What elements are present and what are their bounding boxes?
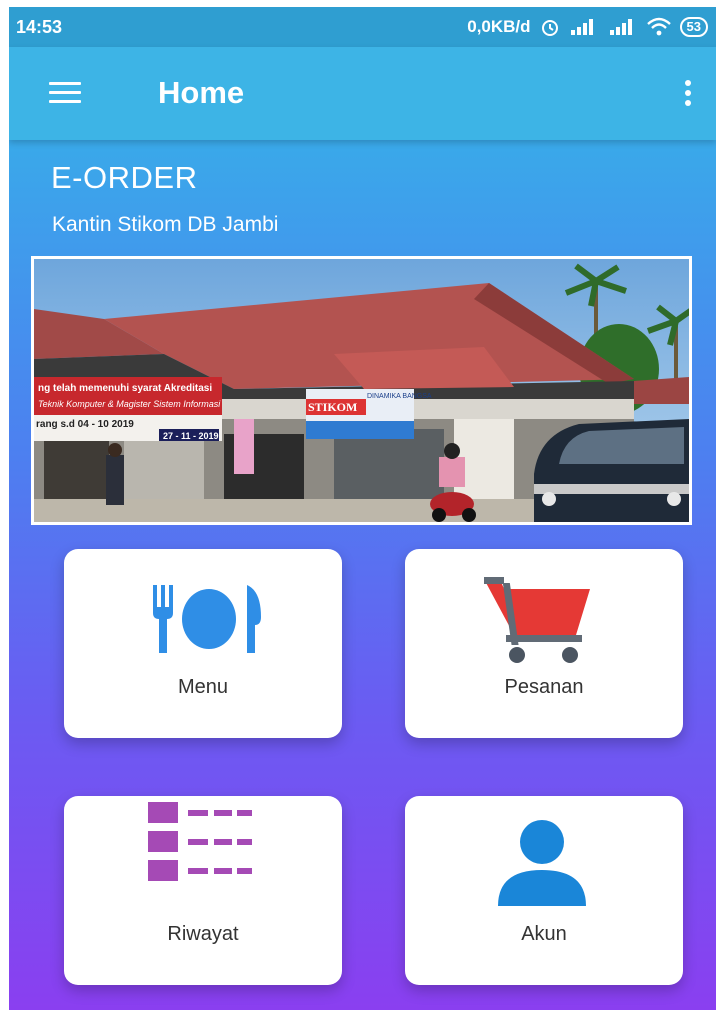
photo-banner-left-1: ng telah memenuhi syarat Akreditasi — [38, 383, 212, 394]
pesanan-card[interactable]: Pesanan — [405, 549, 683, 738]
cart-icon — [484, 577, 590, 663]
menu-card-label: Menu — [177, 676, 229, 698]
hamburger-menu-icon[interactable] — [49, 82, 81, 104]
photo-banner-center: STIKOM — [308, 400, 357, 414]
alarm-icon — [541, 20, 558, 36]
battery-icon: 53 — [679, 17, 708, 37]
phone-screen: 14:53 0,0KB/d 53 Home E-ORDER Kantin Sti… — [9, 7, 716, 1010]
app-bar-title: Home — [158, 75, 245, 110]
canteen-photo: ng telah memenuhi syarat Akreditasi Tekn… — [31, 256, 692, 525]
signal-icon-2 — [609, 19, 632, 35]
utensils-icon — [153, 585, 261, 653]
riwayat-card-label: Riwayat — [167, 923, 239, 945]
wifi-icon — [646, 17, 671, 36]
list-icon — [148, 802, 252, 881]
photo-banner-date-left: rang s.d 04 - 10 2019 — [36, 419, 134, 430]
akun-card[interactable]: Akun — [405, 796, 683, 985]
menu-card[interactable]: Menu — [64, 549, 342, 738]
photo-banner-left-2: Teknik Komputer & Magister Sistem Inform… — [38, 399, 221, 409]
akun-card-label: Akun — [521, 923, 567, 945]
brand-title: E-ORDER — [51, 160, 198, 195]
user-icon — [498, 820, 586, 906]
network-speed: 0,0KB/d — [467, 17, 531, 36]
signal-icon — [570, 19, 593, 35]
pesanan-card-label: Pesanan — [504, 676, 584, 698]
riwayat-card[interactable]: Riwayat — [64, 796, 342, 985]
brand-subtitle: Kantin Stikom DB Jambi — [52, 213, 279, 236]
photo-banner-center-sub: DINAMIKA BANGSA — [367, 393, 432, 400]
canteen-photo-illustration: ng telah memenuhi syarat Akreditasi Tekn… — [34, 259, 689, 522]
status-bar: 14:53 0,0KB/d 53 — [9, 7, 716, 47]
app-bar: Home — [9, 47, 716, 140]
status-indicators: 0,0KB/d 53 — [467, 17, 708, 37]
photo-banner-date-right: 27 - 11 - 2019 — [163, 431, 219, 441]
overflow-menu-icon[interactable] — [683, 80, 693, 108]
status-time: 14:53 — [16, 16, 63, 37]
